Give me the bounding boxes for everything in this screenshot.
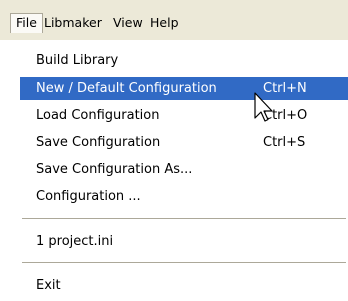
menu-help[interactable]: Help bbox=[145, 13, 184, 33]
menu-item-label: Build Library bbox=[36, 53, 119, 68]
menu-separator bbox=[22, 262, 346, 264]
menu-separator bbox=[22, 218, 346, 220]
menu-view[interactable]: View bbox=[108, 13, 148, 33]
menu-item-label: New / Default Configuration bbox=[36, 81, 217, 96]
menu-libmaker[interactable]: Libmaker bbox=[39, 13, 107, 33]
menu-item-load-configuration[interactable]: Load Configuration Ctrl+O bbox=[20, 104, 348, 127]
menu-item-configuration[interactable]: Configuration ... bbox=[20, 185, 348, 208]
menu-item-save-configuration-as[interactable]: Save Configuration As... bbox=[20, 158, 348, 181]
menu-item-recent-project[interactable]: 1 project.ini bbox=[20, 230, 348, 253]
menu-item-label: Save Configuration As... bbox=[36, 162, 193, 177]
file-menu-dropdown: Build Library New / Default Configuratio… bbox=[20, 40, 348, 301]
menu-item-label: Save Configuration bbox=[36, 135, 161, 150]
menu-item-label: 1 project.ini bbox=[36, 234, 114, 249]
menu-bar: File Libmaker View Help bbox=[0, 0, 348, 40]
menu-item-save-configuration[interactable]: Save Configuration Ctrl+S bbox=[20, 131, 348, 154]
menu-item-exit[interactable]: Exit bbox=[20, 274, 348, 297]
menu-item-shortcut: Ctrl+S bbox=[263, 135, 306, 150]
menu-item-label: Configuration ... bbox=[36, 189, 141, 204]
menu-item-label: Load Configuration bbox=[36, 108, 160, 123]
menu-item-new-default-configuration[interactable]: New / Default Configuration Ctrl+N bbox=[20, 77, 348, 100]
menu-file[interactable]: File bbox=[10, 13, 43, 33]
mouse-pointer-icon bbox=[254, 92, 273, 122]
menu-item-build-library[interactable]: Build Library bbox=[20, 49, 348, 72]
menu-item-label: Exit bbox=[36, 278, 61, 293]
